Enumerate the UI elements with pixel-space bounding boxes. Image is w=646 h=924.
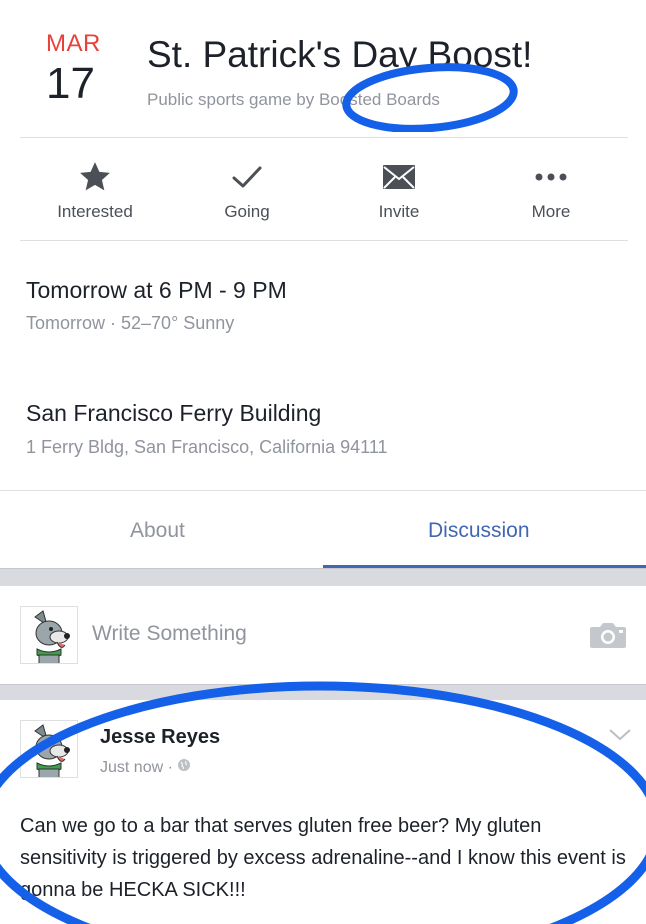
avatar[interactable] [20, 720, 78, 778]
event-location-name[interactable]: San Francisco Ferry Building [26, 400, 321, 427]
write-something-input[interactable]: Write Something [92, 622, 247, 646]
going-label: Going [224, 202, 270, 221]
post-meta: Just now · [100, 758, 191, 777]
discussion-post: Jesse Reyes Just now · Can we go to a ba… [0, 700, 646, 924]
globe-icon [177, 758, 191, 777]
invite-button[interactable]: Invite [339, 158, 459, 222]
event-weather: Tomorrow · 52–70° Sunny [26, 313, 235, 333]
action-bar: Interested Going Invite More [0, 140, 646, 240]
post-author[interactable]: Jesse Reyes [100, 726, 220, 749]
more-dots-icon [491, 158, 611, 196]
camera-icon[interactable] [588, 620, 628, 655]
chevron-down-icon[interactable] [608, 728, 632, 747]
post-composer[interactable]: Write Something [0, 586, 646, 684]
section-separator [0, 568, 646, 586]
tab-bar: About Discussion [0, 490, 646, 568]
section-separator [0, 684, 646, 700]
event-host-line[interactable]: Public sports game by Boosted Boards [147, 90, 440, 110]
post-time: Just now · [100, 758, 173, 776]
event-title: St. Patrick's Day Boost! [147, 34, 533, 75]
tab-discussion[interactable]: Discussion [428, 519, 530, 543]
dog-cartoon-avatar-icon [21, 721, 77, 777]
event-location-address: 1 Ferry Bldg, San Francisco, California … [26, 437, 388, 457]
more-label: More [531, 202, 571, 221]
event-header: MAR 17 St. Patrick's Day Boost! Public s… [0, 0, 646, 138]
going-button[interactable]: Going [187, 158, 307, 222]
checkmark-icon [187, 158, 307, 196]
star-icon [35, 158, 155, 196]
tab-about[interactable]: About [130, 519, 185, 543]
avatar [20, 606, 78, 664]
post-body: Can we go to a bar that serves gluten fr… [20, 815, 626, 901]
envelope-icon [339, 158, 459, 196]
dog-cartoon-avatar-icon [21, 607, 77, 663]
invite-label: Invite [378, 202, 420, 221]
interested-label: Interested [57, 202, 133, 221]
event-time[interactable]: Tomorrow at 6 PM - 9 PM [26, 277, 287, 304]
more-button[interactable]: More [491, 158, 611, 222]
event-month: MAR [46, 30, 101, 57]
interested-button[interactable]: Interested [35, 158, 155, 222]
divider [20, 240, 628, 241]
divider [20, 137, 628, 138]
event-day: 17 [46, 59, 95, 108]
